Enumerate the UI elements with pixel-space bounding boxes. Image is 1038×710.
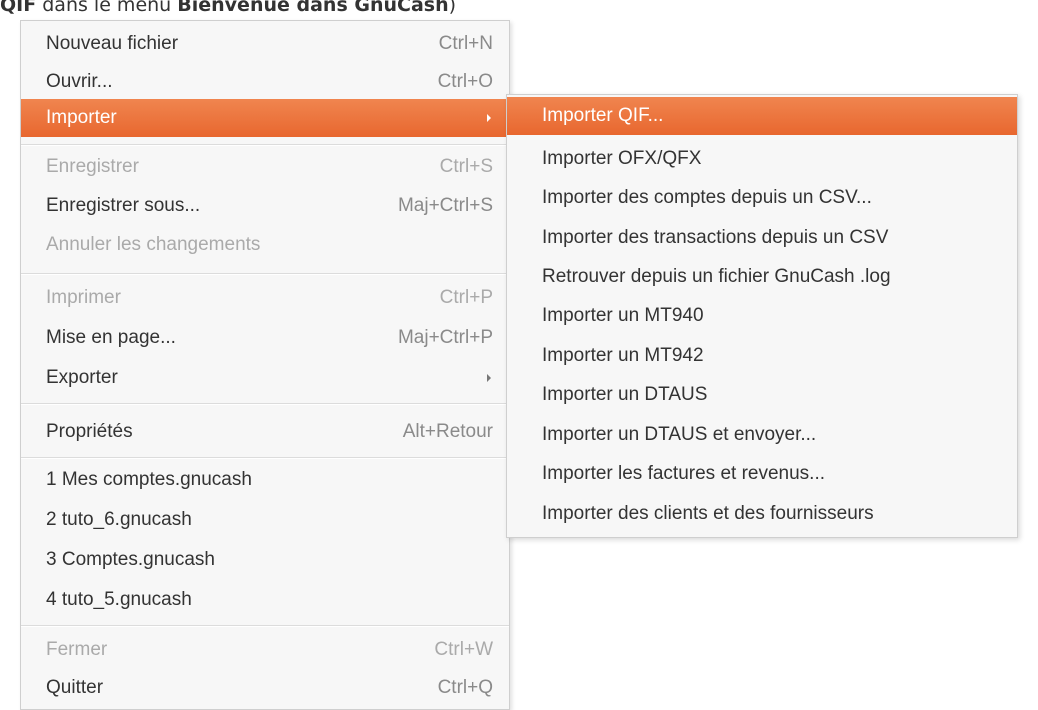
caption-prefix: QIF [0,0,37,16]
submenu-item-import-dtaus[interactable]: Importer un DTAUS [507,376,1017,414]
menu-item-quit[interactable]: Quitter Ctrl+Q [21,669,509,707]
submenu-arrow-icon [487,114,491,122]
menu-item-recent-file[interactable]: 3 Comptes.gnucash [21,541,509,579]
menu-item-close[interactable]: Fermer Ctrl+W [21,631,509,669]
menu-item-label: 3 Comptes.gnucash [46,549,215,570]
menu-item-shortcut: Maj+Ctrl+P [397,327,493,348]
page-caption: QIF dans le menu Bienvenue dans GnuCash) [0,0,456,16]
submenu-item-import-qif[interactable]: Importer QIF... [507,97,1017,135]
menu-item-label: Nouveau fichier [46,33,179,54]
menu-item-label: Ouvrir... [46,71,113,92]
menu-item-shortcut: Ctrl+W [434,639,493,660]
import-submenu: Importer QIF... Importer OFX/QFX Importe… [506,94,1018,538]
menu-item-label: Quitter [46,677,104,698]
caption-middle: dans le menu [36,0,178,16]
menu-item-label: Enregistrer sous... [46,195,201,216]
caption-bold: Bienvenue dans GnuCash [177,0,449,16]
menu-item-label: Imprimer [46,287,121,308]
menu-item-label: Importer [46,107,117,128]
menu-separator [21,403,509,405]
menu-separator [21,144,509,146]
submenu-item-import-dtaus-send[interactable]: Importer un DTAUS et envoyer... [507,416,1017,454]
menu-separator [21,625,509,627]
menu-item-shortcut: Ctrl+S [439,156,493,177]
submenu-item-import-mt940[interactable]: Importer un MT940 [507,297,1017,335]
menu-item-label: 1 Mes comptes.gnucash [46,469,252,490]
menu-item-label: 2 tuto_6.gnucash [46,509,192,530]
menu-item-save[interactable]: Enregistrer Ctrl+S [21,148,509,186]
menu-item-recent-file[interactable]: 4 tuto_5.gnucash [21,581,509,619]
menu-item-properties[interactable]: Propriétés Alt+Retour [21,413,509,451]
menu-separator [21,457,509,459]
submenu-arrow-icon [487,374,491,382]
menu-item-export[interactable]: Exporter [21,359,509,397]
menu-item-save-as[interactable]: Enregistrer sous... Maj+Ctrl+S [21,187,509,225]
menu-item-shortcut: Ctrl+P [439,287,493,308]
menu-item-shortcut: Ctrl+N [438,33,493,54]
submenu-item-import-transactions-csv[interactable]: Importer des transactions depuis un CSV [507,219,1017,257]
submenu-item-import-accounts-csv[interactable]: Importer des comptes depuis un CSV... [507,179,1017,217]
submenu-item-import-customers-vendors[interactable]: Importer des clients et des fournisseurs [507,495,1017,533]
menu-item-recent-file[interactable]: 1 Mes comptes.gnucash [21,461,509,499]
menu-item-label: Enregistrer [46,156,139,177]
menu-item-recent-file[interactable]: 2 tuto_6.gnucash [21,501,509,539]
menu-item-import[interactable]: Importer [21,99,509,137]
menu-item-print[interactable]: Imprimer Ctrl+P [21,279,509,317]
menu-item-label: Propriétés [46,421,133,442]
menu-item-label: Fermer [46,639,108,660]
menu-item-page-setup[interactable]: Mise en page... Maj+Ctrl+P [21,319,509,357]
menu-item-revert[interactable]: Annuler les changements [21,226,509,264]
menu-item-label: Mise en page... [46,327,176,348]
submenu-item-import-ofx-qfx[interactable]: Importer OFX/QFX [507,140,1017,178]
menu-item-shortcut: Alt+Retour [402,421,493,442]
submenu-item-import-mt942[interactable]: Importer un MT942 [507,337,1017,375]
menu-item-open[interactable]: Ouvrir... Ctrl+O [21,63,509,101]
caption-suffix: ) [448,0,457,16]
menu-item-new-file[interactable]: Nouveau fichier Ctrl+N [21,25,509,63]
menu-item-shortcut: Maj+Ctrl+S [397,195,493,216]
menu-item-shortcut: Ctrl+Q [437,677,493,698]
submenu-item-import-invoices[interactable]: Importer les factures et revenus... [507,455,1017,493]
menu-item-label: 4 tuto_5.gnucash [46,589,192,610]
menu-item-label: Exporter [46,367,118,388]
submenu-item-replay-log[interactable]: Retrouver depuis un fichier GnuCash .log [507,258,1017,296]
file-menu: Nouveau fichier Ctrl+N Ouvrir... Ctrl+O … [20,20,510,710]
menu-item-label: Annuler les changements [46,234,261,255]
menu-separator [21,273,509,275]
menu-item-shortcut: Ctrl+O [437,71,493,92]
